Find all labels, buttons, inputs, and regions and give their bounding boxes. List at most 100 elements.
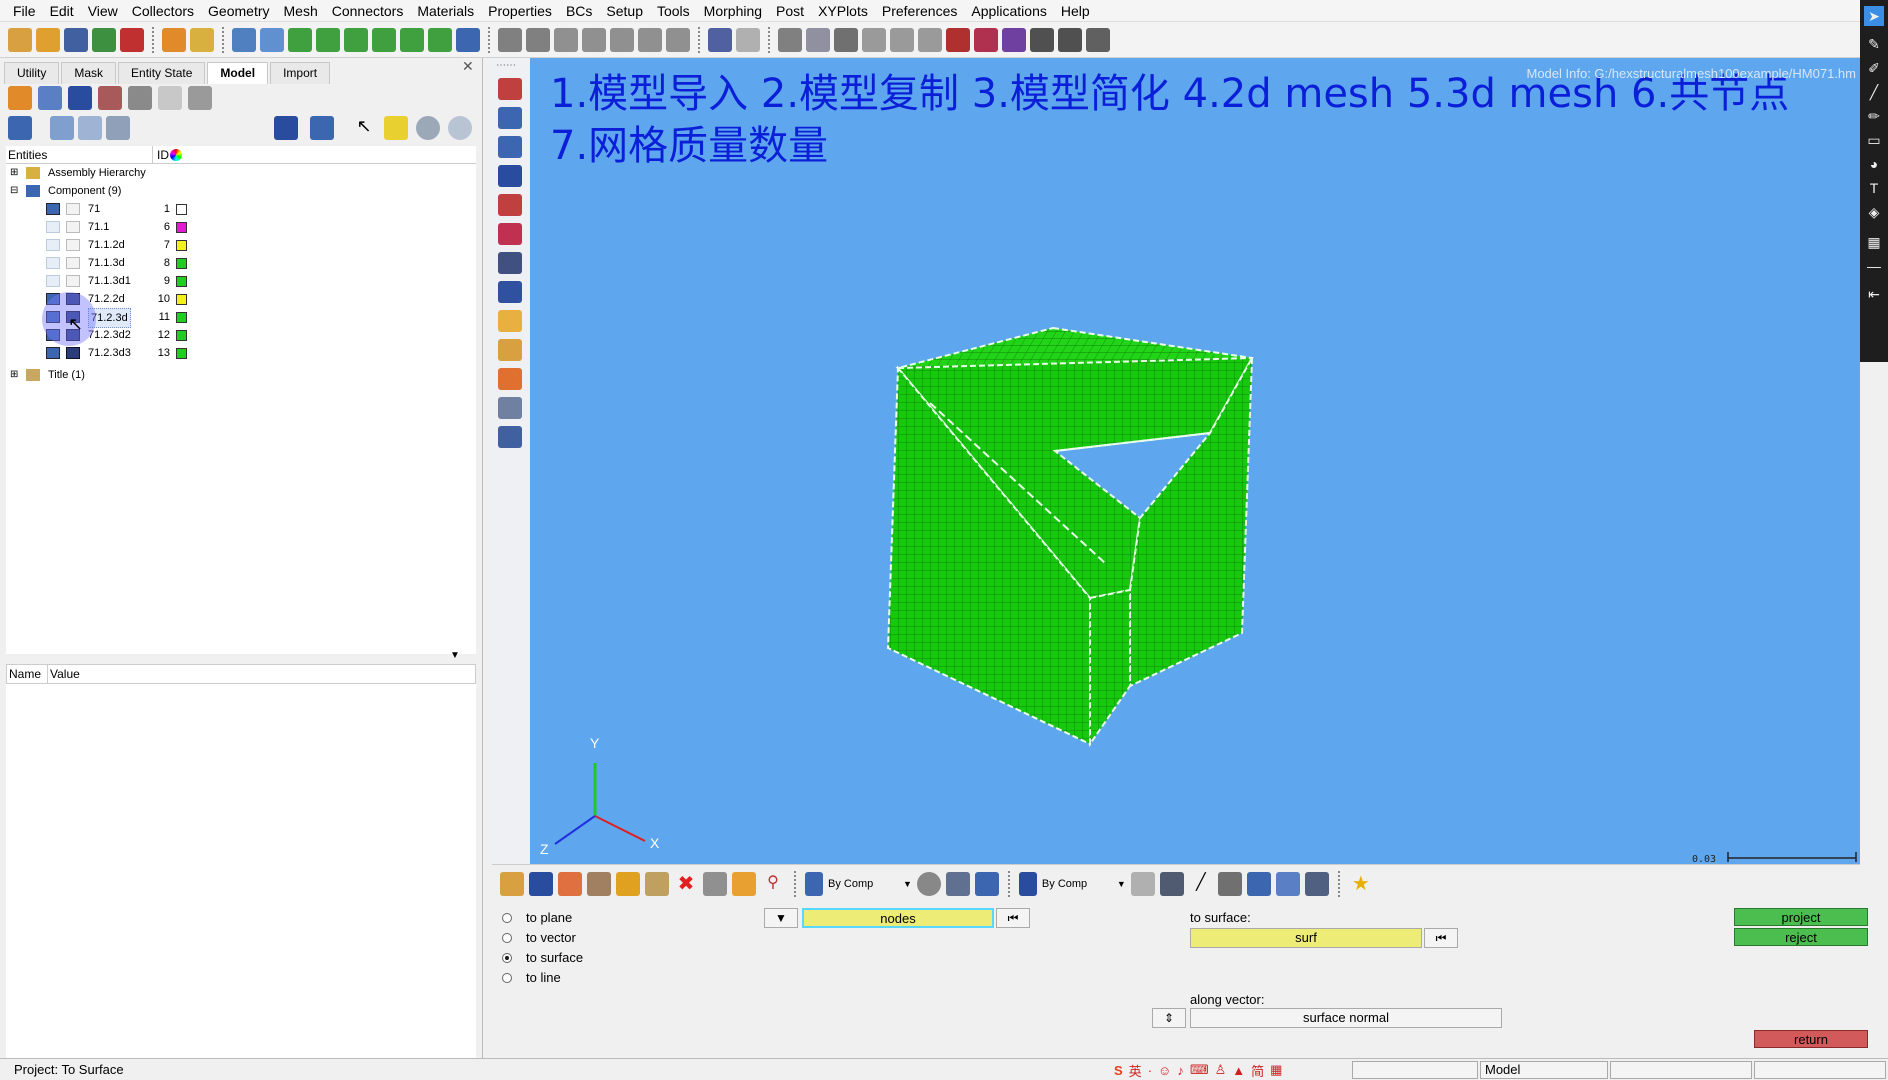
component-row[interactable]: 71.1 6 <box>6 218 476 236</box>
reverse-icon[interactable] <box>732 871 756 896</box>
tag-icon[interactable] <box>498 107 522 129</box>
component-color-swatch[interactable] <box>176 294 187 305</box>
folder-icon[interactable] <box>384 116 408 140</box>
graphics-viewport[interactable]: 1.模型导入 2.模型复制 3.模型简化 4.2d mesh 5.3d mesh… <box>530 58 1860 864</box>
menu-edit[interactable]: Edit <box>43 0 81 22</box>
axis-y-icon[interactable] <box>316 27 340 52</box>
slide-icon[interactable] <box>610 27 634 52</box>
open-icon[interactable] <box>8 27 32 52</box>
axis-xy-icon[interactable] <box>372 27 396 52</box>
radio-to-plane[interactable]: to plane <box>502 910 572 925</box>
color-by-icon[interactable] <box>805 871 823 896</box>
ime-user-icon[interactable]: ♙ <box>1215 1062 1227 1078</box>
redo-icon[interactable] <box>736 27 760 52</box>
display-sys-icon[interactable] <box>587 871 611 896</box>
monitor-icon[interactable] <box>1304 871 1329 896</box>
component-state-icon[interactable] <box>46 257 60 269</box>
axis-z-icon[interactable] <box>344 27 368 52</box>
zoom-window-icon[interactable] <box>526 27 550 52</box>
component-state-icon[interactable] <box>46 275 60 287</box>
spin-icon[interactable] <box>638 27 662 52</box>
close-panel-icon[interactable]: ✕ <box>462 58 474 75</box>
ime-punct-icon[interactable]: · <box>1148 1063 1152 1078</box>
component-row[interactable]: 71.1.3d 8 <box>6 254 476 272</box>
surf-selector[interactable]: surf <box>1190 928 1422 948</box>
component-row[interactable]: 71.1.3d1 9 <box>6 272 476 290</box>
part-icon[interactable] <box>68 86 92 110</box>
radio-dot[interactable] <box>502 913 512 923</box>
reject-button[interactable]: reject <box>1734 928 1868 946</box>
section-icon[interactable] <box>946 27 970 52</box>
elem-display-icon[interactable] <box>1130 871 1155 896</box>
display-elem-icon[interactable] <box>529 871 553 896</box>
display-comp-icon[interactable] <box>500 871 524 896</box>
collapse-minus-icon[interactable]: ⊟ <box>10 182 18 200</box>
display-down-icon[interactable] <box>616 871 640 896</box>
user-icon[interactable] <box>162 27 186 52</box>
color-wheel-icon[interactable] <box>170 149 182 161</box>
radio-to-line[interactable]: to line <box>502 970 561 985</box>
zoom-fit-icon[interactable] <box>498 27 522 52</box>
dropdown-arrow-icon[interactable]: ▼ <box>1117 879 1126 889</box>
sphere-icon[interactable] <box>498 223 522 245</box>
select-arrow-icon[interactable]: ➤ <box>1864 6 1884 26</box>
plot-icon[interactable] <box>498 310 522 332</box>
elem-color-by-select[interactable]: By Comp <box>1042 878 1112 890</box>
menu-tools[interactable]: Tools <box>650 0 697 22</box>
ime-shirt-icon[interactable]: ▲ <box>1232 1063 1245 1078</box>
sum2-icon[interactable] <box>1058 27 1082 52</box>
menu-morphing[interactable]: Morphing <box>697 0 769 22</box>
axis-yz-icon[interactable] <box>400 27 424 52</box>
abc2-icon[interactable] <box>498 368 522 390</box>
save-icon[interactable] <box>64 27 88 52</box>
plane-icon[interactable] <box>1246 871 1271 896</box>
component-state-icon[interactable] <box>46 347 60 359</box>
component-color-swatch[interactable] <box>176 240 187 251</box>
line-icon[interactable]: ╱ <box>1189 872 1213 896</box>
shaded-mode-icon[interactable] <box>310 116 334 140</box>
axis-zx-icon[interactable] <box>428 27 452 52</box>
component-color-swatch[interactable] <box>176 348 187 359</box>
component-state-icon[interactable] <box>46 239 60 251</box>
menu-collectors[interactable]: Collectors <box>125 0 201 22</box>
collapse-icon[interactable]: ⇤ <box>1864 284 1884 304</box>
component-color-swatch[interactable] <box>176 222 187 233</box>
center-icon[interactable] <box>554 27 578 52</box>
star-icon[interactable]: ★ <box>1349 872 1373 896</box>
line-draw-icon[interactable]: ╱ <box>1864 82 1884 102</box>
brush-icon[interactable]: ✏ <box>1864 106 1884 126</box>
solid-mode-icon[interactable] <box>974 871 999 896</box>
menu-materials[interactable]: Materials <box>410 0 481 22</box>
menu-preferences[interactable]: Preferences <box>875 0 964 22</box>
delete-icon[interactable] <box>120 27 144 52</box>
element-state-icon[interactable] <box>66 221 80 233</box>
elem-color-icon[interactable] <box>1018 871 1037 896</box>
menu-geometry[interactable]: Geometry <box>201 0 276 22</box>
rectangle-icon[interactable]: ▭ <box>1864 130 1884 150</box>
measure-icon[interactable] <box>778 27 802 52</box>
shrink-icon[interactable] <box>1159 871 1184 896</box>
axis-x-icon[interactable] <box>288 27 312 52</box>
sum-icon[interactable] <box>1030 27 1054 52</box>
tree-node-title[interactable]: ⊞ Title (1) <box>6 366 476 384</box>
ruler-icon[interactable] <box>806 27 830 52</box>
line-width-icon[interactable]: — <box>1864 256 1884 276</box>
nodes-reset-button[interactable]: ⏮ <box>996 908 1030 928</box>
menu-help[interactable]: Help <box>1054 0 1097 22</box>
tab-model[interactable]: Model <box>207 62 269 84</box>
element-state-icon[interactable] <box>66 257 80 269</box>
checker-icon[interactable]: ▦ <box>1864 232 1884 252</box>
ime-grid-icon[interactable]: ▦ <box>1270 1062 1282 1078</box>
cursor-icon[interactable]: ↖ <box>352 116 376 140</box>
view-cube-icon[interactable] <box>456 27 480 52</box>
element-state-icon[interactable] <box>66 347 80 359</box>
surf-reset-button[interactable]: ⏮ <box>1424 928 1458 948</box>
pan-icon[interactable] <box>582 27 606 52</box>
undo-icon[interactable] <box>708 27 732 52</box>
ime-toolbar[interactable]: S 英 · ☺ ♪ ⌨ ♙ ▲ 简 ▦ <box>1114 1059 1354 1080</box>
table-icon[interactable] <box>1086 27 1110 52</box>
merge-icon[interactable] <box>188 86 212 110</box>
abc-icon[interactable] <box>498 339 522 361</box>
mask-x-icon[interactable]: ✖ <box>674 872 698 896</box>
collapse-tree-icon[interactable] <box>78 116 102 140</box>
